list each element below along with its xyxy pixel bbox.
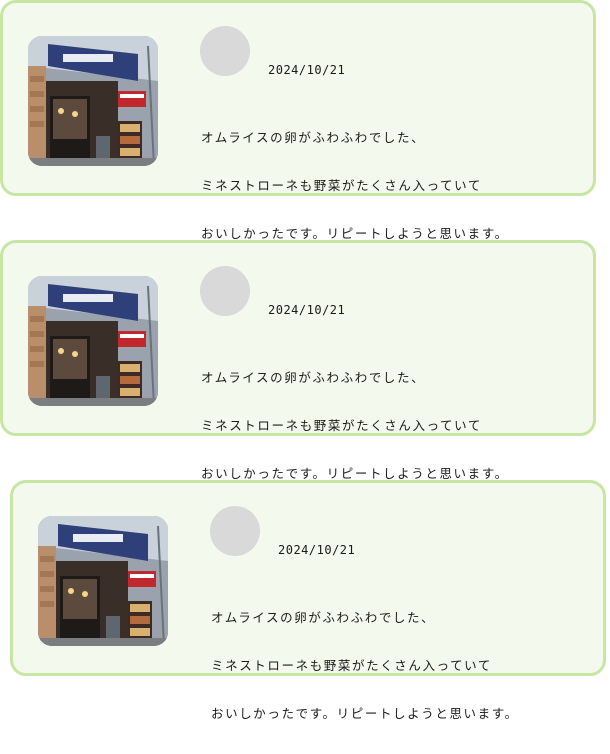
review-date: 2024/10/21 [278,543,356,557]
review-card[interactable]: 2024/10/21 オムライスの卵がふわふわでした、 ミネストローネも野菜がた… [0,0,596,241]
review-comment-line: オムライスの卵がふわふわでした、 [211,610,436,625]
review-date: 2024/10/21 [268,63,346,77]
review-comment-line: ミネストローネも野菜がたくさん入っていて [201,178,483,193]
review-comment-line: オムライスの卵がふわふわでした、 [201,370,426,385]
restaurant-photo [28,36,158,166]
review-comment-line: オムライスの卵がふわふわでした、 [201,130,426,145]
review-comment-line: おいしかったです。リピートしようと思います。 [211,706,519,721]
restaurant-photo [38,516,168,646]
restaurant-photo-image [38,516,168,646]
review-card[interactable]: 2024/10/21 オムライスの卵がふわふわでした、 ミネストローネも野菜がた… [10,480,606,721]
review-comment-line: ミネストローネも野菜がたくさん入っていて [211,658,493,673]
user-avatar[interactable] [200,266,250,316]
review-card[interactable]: 2024/10/21 オムライスの卵がふわふわでした、 ミネストローネも野菜がた… [0,240,596,481]
restaurant-photo-image [28,36,158,166]
restaurant-photo [28,276,158,406]
review-date: 2024/10/21 [268,303,346,317]
review-comment-line: ミネストローネも野菜がたくさん入っていて [201,418,483,433]
user-avatar[interactable] [210,506,260,556]
restaurant-photo-image [28,276,158,406]
user-avatar[interactable] [200,26,250,76]
review-comment: オムライスの卵がふわふわでした、 ミネストローネも野菜がたくさん入っていて おい… [211,578,519,754]
